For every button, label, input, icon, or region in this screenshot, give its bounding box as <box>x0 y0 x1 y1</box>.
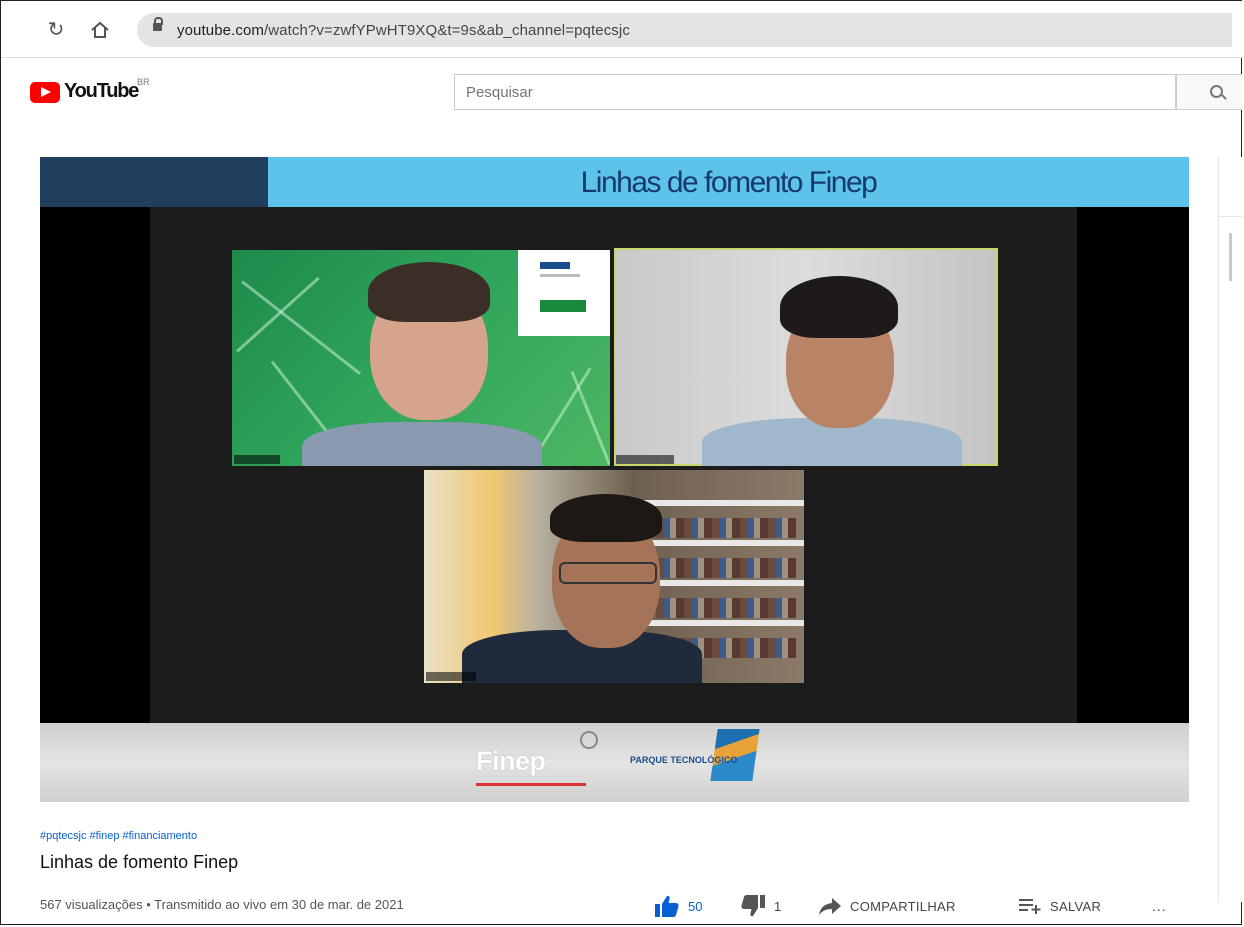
hashtag-link[interactable]: #financiamento <box>122 830 197 842</box>
video-letterbox-right <box>1077 207 1189 723</box>
sidebar-scrollbar[interactable] <box>1229 233 1232 281</box>
participant-name-tag <box>234 455 280 464</box>
dislike-button[interactable]: 1 <box>740 892 781 920</box>
share-arrow-icon <box>819 898 841 915</box>
youtube-wordmark: YouTube <box>64 80 139 102</box>
search-button[interactable] <box>1176 74 1242 110</box>
participant-tile-3 <box>424 470 804 683</box>
banner-navy-block <box>40 157 268 207</box>
save-label: SALVAR <box>1050 898 1102 914</box>
toolbar-divider <box>1 57 1243 58</box>
participant-hair <box>550 494 662 542</box>
participant-tile-1 <box>232 250 610 466</box>
hashtag-link[interactable]: #finep <box>89 830 119 842</box>
finep-brasil-logo-card <box>518 250 610 336</box>
participant-name-tag <box>616 455 674 464</box>
participant-tile-2 <box>614 248 998 466</box>
video-title: Linhas de fomento Finep <box>40 852 239 872</box>
like-button[interactable]: 50 <box>654 892 702 920</box>
url-path: /watch?v=zwfYPwHT9XQ&t=9s&ab_channel=pqt… <box>263 22 630 39</box>
finep-logo-underline <box>476 783 586 786</box>
like-count: 50 <box>688 898 703 914</box>
parque-tecnologico-logo: PARQUE TECNOLÓGICO <box>630 755 738 765</box>
thumbs-down-icon <box>741 895 765 917</box>
reload-icon[interactable]: ↻ <box>45 19 67 41</box>
save-button[interactable]: SALVAR <box>1018 892 1101 920</box>
address-bar[interactable]: youtube.com/watch?v=zwfYPwHT9XQ&t=9s&ab_… <box>137 13 1232 47</box>
video-player[interactable]: Linhas de fomento Finep Finep PARQUE TEC… <box>40 157 1189 802</box>
video-footer-logos: Finep PARQUE TECNOLÓGICO <box>40 723 1189 802</box>
url-text: youtube.com/watch?v=zwfYPwHT9XQ&t=9s&ab_… <box>177 22 630 39</box>
finep-star-icon <box>580 731 598 749</box>
playlist-add-icon <box>1019 899 1041 914</box>
home-icon[interactable] <box>89 19 111 41</box>
search-box[interactable] <box>454 74 1176 110</box>
dislike-count: 1 <box>774 898 782 914</box>
participant-name-tag <box>426 672 476 681</box>
video-letterbox-left <box>40 207 150 723</box>
url-domain: youtube.com <box>177 22 264 39</box>
participant-body <box>302 422 542 466</box>
browser-toolbar: ↻ youtube.com/watch?v=zwfYPwHT9XQ&t=9s&a… <box>1 1 1243 57</box>
search-input[interactable] <box>455 75 1175 109</box>
hashtag-link[interactable]: #pqtecsjc <box>40 830 86 842</box>
share-label: COMPARTILHAR <box>850 898 956 914</box>
finep-logo: Finep <box>476 746 546 776</box>
lock-icon[interactable] <box>153 17 163 32</box>
participant-hair <box>780 276 898 338</box>
participant-hair <box>368 262 490 322</box>
sidebar-divider <box>1218 216 1242 217</box>
participant-glasses <box>559 562 657 584</box>
share-button[interactable]: COMPARTILHAR <box>818 892 956 920</box>
search-icon-handle <box>1221 94 1227 100</box>
home-glyph <box>91 21 109 38</box>
banner-title: Linhas de fomento Finep <box>580 166 878 199</box>
thumbs-up-icon <box>655 895 679 917</box>
youtube-play-icon <box>30 82 60 103</box>
more-actions-icon[interactable]: ... <box>1152 892 1167 920</box>
backdrop-line <box>570 370 610 465</box>
banner-title-bar: Linhas de fomento Finep <box>268 157 1189 207</box>
video-hashtags: #pqtecsjc #finep #financiamento <box>40 830 200 842</box>
video-metadata: 567 visualizações • Transmitido ao vivo … <box>40 897 404 912</box>
backdrop-line <box>270 360 329 434</box>
youtube-country-code: BR <box>137 77 150 87</box>
